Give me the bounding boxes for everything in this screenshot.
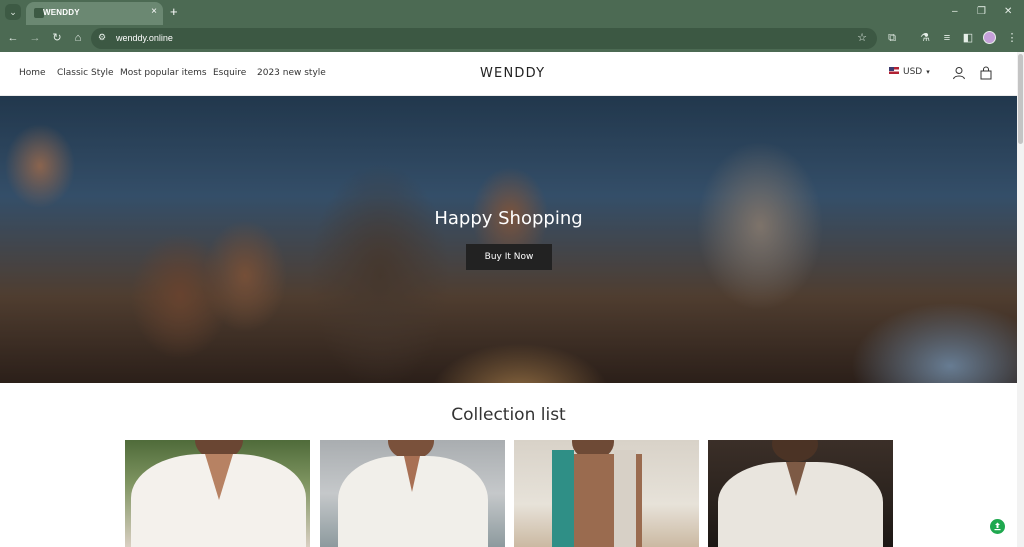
buy-it-now-button[interactable]: Buy It Now [466,244,552,270]
new-tab-icon[interactable]: + [170,4,178,20]
nav-2023-new-style[interactable]: 2023 new style [257,68,326,78]
nav-classic-style[interactable]: Classic Style [57,68,114,78]
extensions-icon[interactable]: ⧉ [885,30,899,46]
browser-tab-bar: ⌄ WENDDY × + – ❐ ✕ [0,0,1024,25]
site-info-icon[interactable]: ⚙ [98,32,106,43]
page-scrollbar[interactable] [1017,52,1024,547]
collection-card-3[interactable] [514,440,699,547]
nav-most-popular[interactable]: Most popular items [120,68,207,78]
collection-card-2[interactable] [320,440,505,547]
scrollbar-thumb[interactable] [1018,54,1023,144]
profile-icon[interactable] [983,31,996,44]
more-icon[interactable]: ⋮ [1005,30,1019,46]
collection-card-4[interactable] [708,440,893,547]
tab-search-icon[interactable]: ⌄ [5,4,21,20]
flag-us-icon [889,67,899,74]
address-bar[interactable]: ⚙ wenddy.online ☆ [91,28,877,49]
restore-icon[interactable]: ❐ [977,4,986,20]
hero-image [0,96,1017,383]
back-icon[interactable]: ← [6,30,20,46]
collection-image-cardigan-right [614,450,636,547]
tab-title: WENDDY [43,8,80,17]
minimize-icon[interactable]: – [952,4,958,20]
collection-list-title: Collection list [451,405,566,425]
reload-icon[interactable]: ↻ [50,30,64,46]
star-icon[interactable]: ☆ [857,31,867,44]
support-chat-icon[interactable] [990,519,1005,534]
cart-icon[interactable] [979,66,993,80]
close-icon[interactable]: ✕ [1004,4,1012,20]
nav-home[interactable]: Home [19,68,46,78]
chevron-down-icon: ▾ [926,68,930,76]
collection-image [772,440,818,462]
sidebar-icon[interactable]: ◧ [961,30,975,46]
home-icon[interactable]: ⌂ [71,30,85,46]
forward-icon[interactable]: → [28,30,42,46]
browser-toolbar: ← → ↻ ⌂ ⚙ wenddy.online ☆ ⧉ ⚗ ≡ ◧ ⋮ [0,25,1024,52]
currency-selector[interactable]: USD ▾ [889,67,930,77]
url-text: wenddy.online [116,33,173,43]
collection-card-1[interactable] [125,440,310,547]
nav-esquire[interactable]: Esquire [213,68,246,78]
tab-close-icon[interactable]: × [151,6,157,17]
account-icon[interactable] [952,66,966,80]
currency-label: USD [903,67,923,77]
site-header: Home Classic Style Most popular items Es… [0,52,1017,96]
collection-image-cardigan-left [552,450,574,547]
hero-title: Happy Shopping [434,208,583,229]
browser-tab[interactable]: WENDDY × [26,2,163,25]
media-icon[interactable]: ≡ [940,30,954,46]
hero-banner: Happy Shopping Buy It Now [0,96,1017,383]
support-chat-glyph [994,522,1001,531]
web-page: Home Classic Style Most popular items Es… [0,52,1017,547]
lab-icon[interactable]: ⚗ [918,30,932,46]
brand-logo[interactable]: WENDDY [480,66,545,81]
